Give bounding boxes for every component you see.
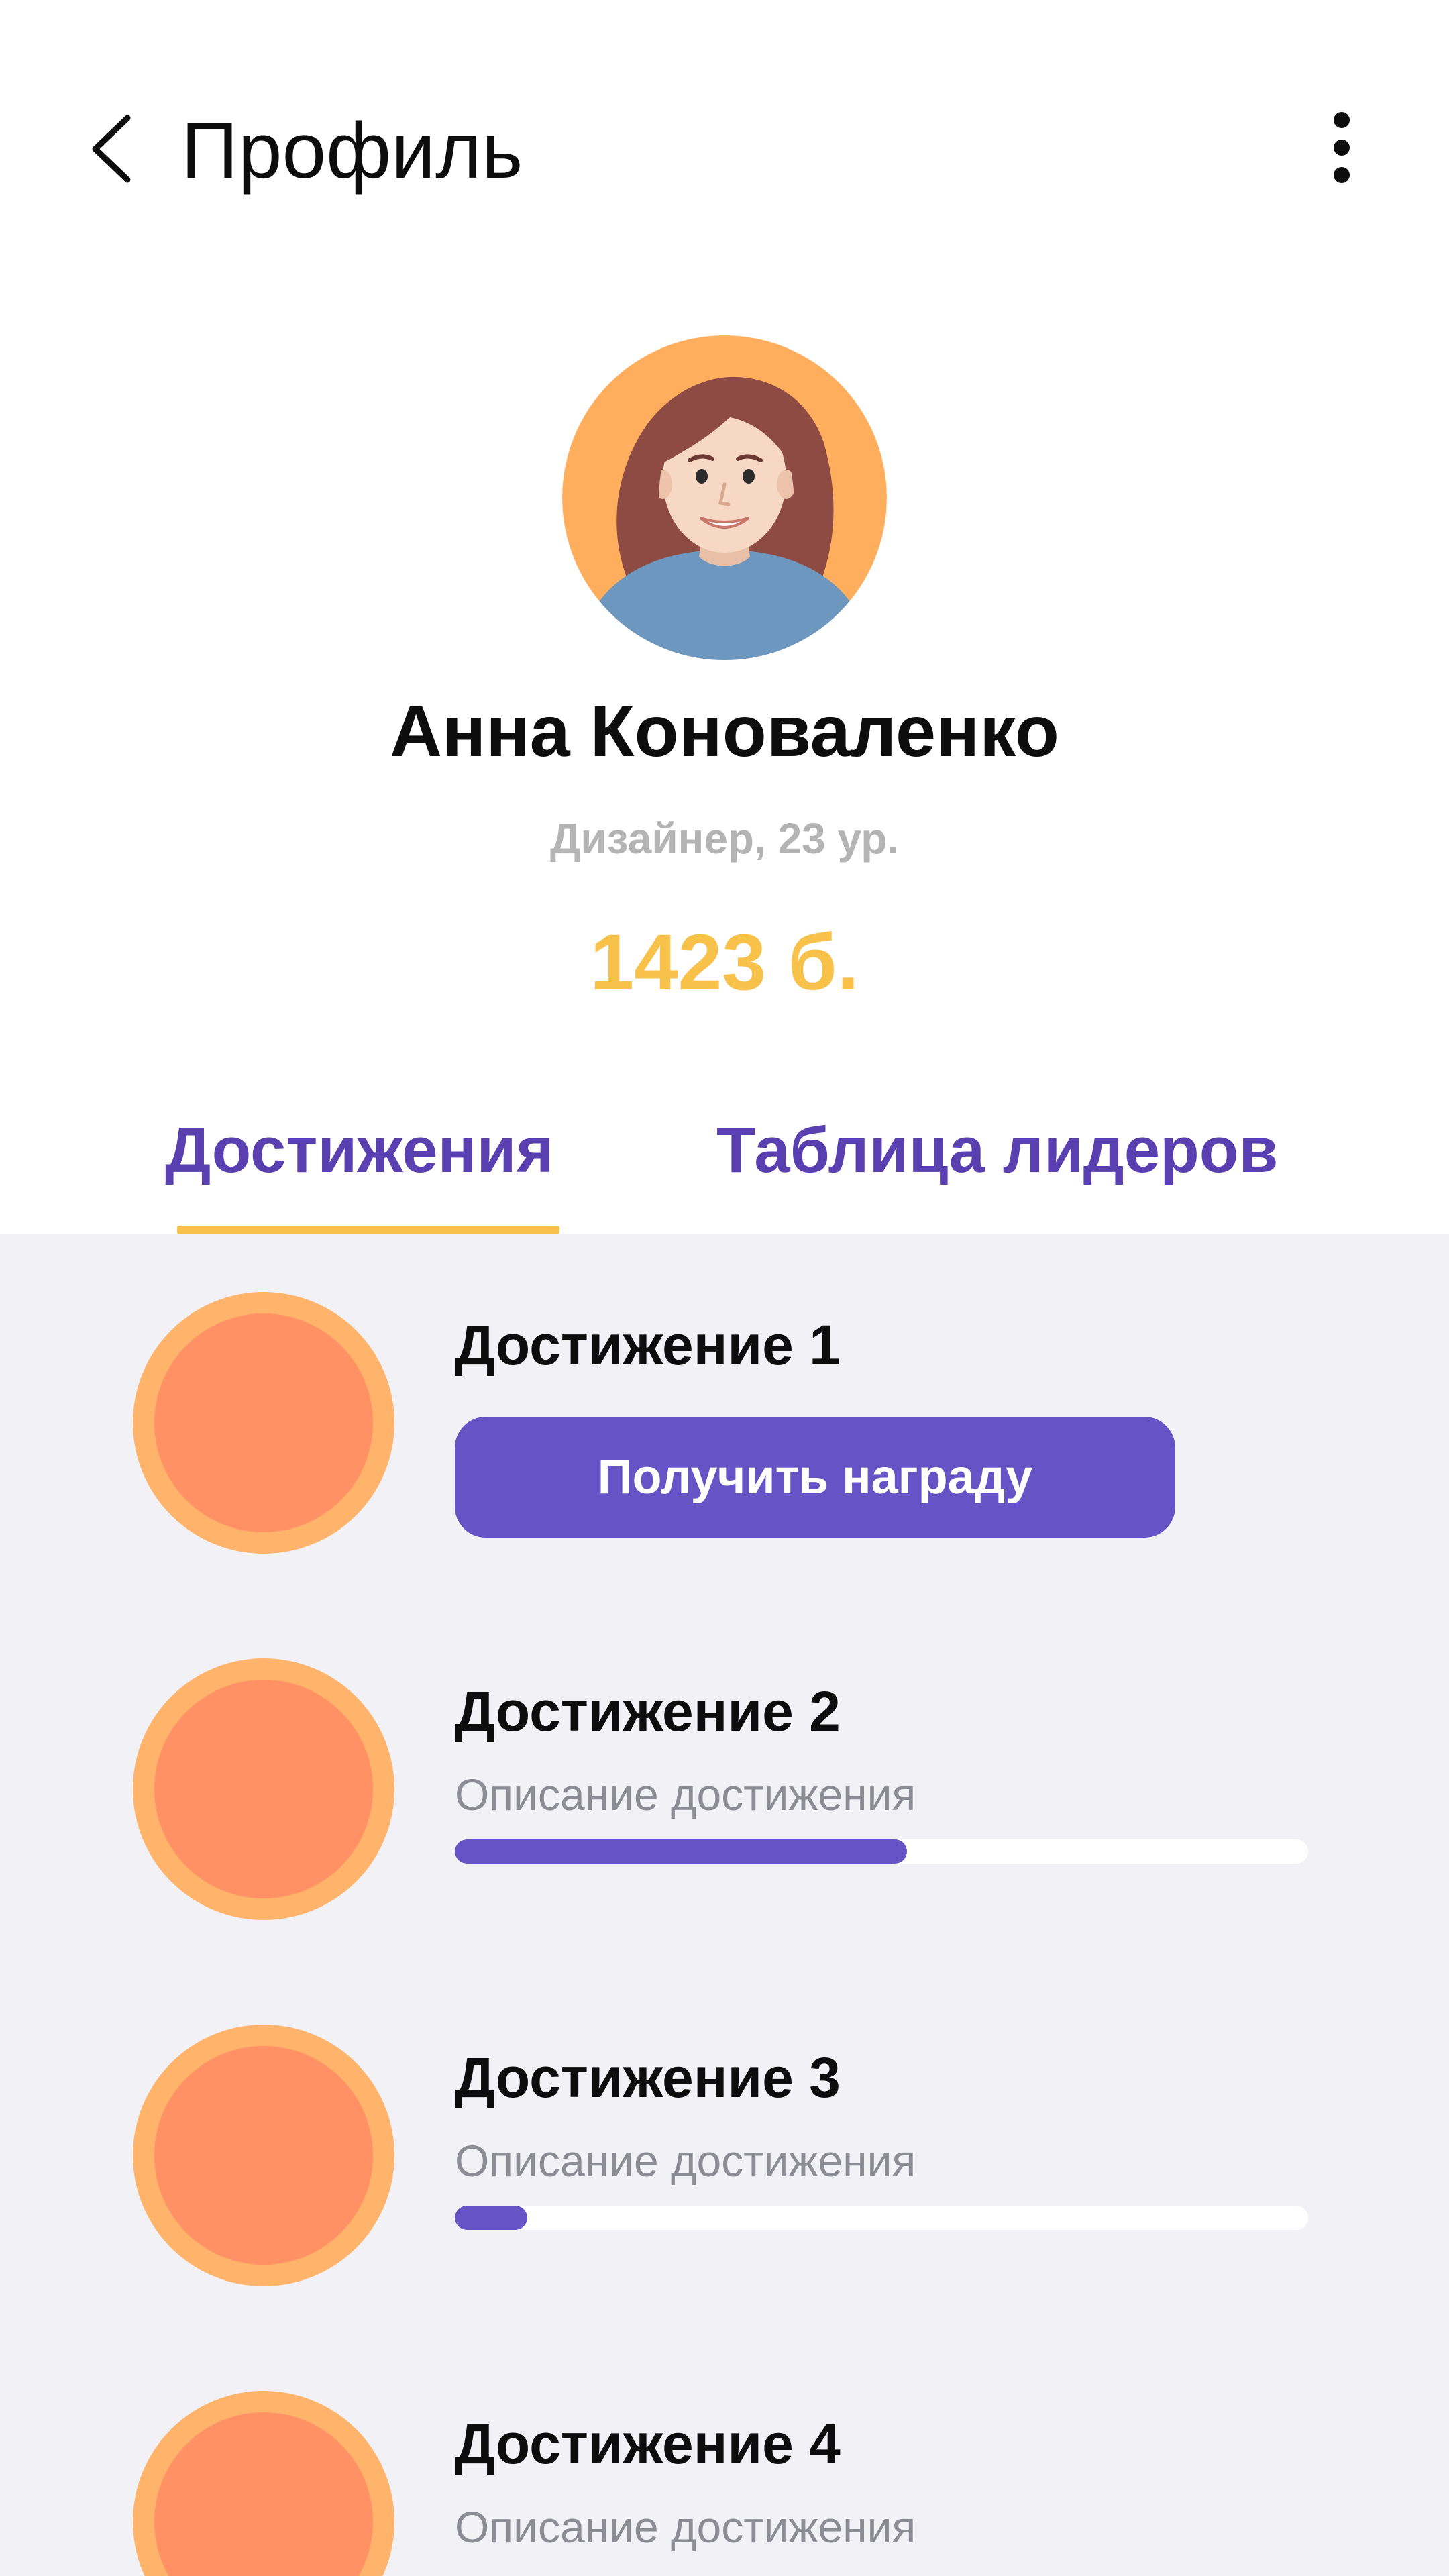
claim-reward-button[interactable]: Получить награду <box>455 1417 1175 1538</box>
achievement-title: Достижение 4 <box>455 2412 841 2475</box>
achievement-badge-inner <box>154 1313 373 1532</box>
achievement-progress-fill <box>455 1839 908 1864</box>
achievement-item: Достижение 2 Описание достижения <box>0 1601 1449 1967</box>
achievement-badge-icon <box>133 2025 394 2286</box>
achievement-description: Описание достижения <box>455 1770 916 1819</box>
achievement-badge-inner <box>154 1680 373 1898</box>
achievement-progress-bar <box>455 2206 1308 2230</box>
achievement-title: Достижение 3 <box>455 2046 841 2109</box>
user-role-level: Дизайнер, 23 ур. <box>549 814 900 863</box>
more-vertical-icon[interactable] <box>1315 111 1368 184</box>
active-tab-indicator <box>177 1226 559 1234</box>
achievement-description: Описание достижения <box>455 2502 916 2552</box>
achievements-list[interactable]: Достижение 1 Получить награду Достижение… <box>0 1234 1449 2576</box>
achievement-badge-inner <box>154 2412 373 2576</box>
achievement-title: Достижение 1 <box>455 1313 841 1377</box>
avatar <box>562 335 887 660</box>
chevron-left-icon[interactable] <box>86 114 140 184</box>
tab-achievements[interactable]: Достижения <box>165 1107 554 1194</box>
achievement-badge-icon <box>133 1658 394 1920</box>
achievement-description: Описание достижения <box>455 2136 916 2186</box>
achievement-item: Достижение 4 Описание достижения <box>0 2333 1449 2576</box>
achievement-badge-icon <box>133 1292 394 1554</box>
achievement-progress-bar <box>455 1839 1308 1864</box>
achievement-title: Достижение 2 <box>455 1680 841 1743</box>
top-app-bar: Профиль <box>0 0 1449 295</box>
achievement-item: Достижение 3 Описание достижения <box>0 1967 1449 2333</box>
page-title: Профиль <box>181 107 523 195</box>
achievement-progress-fill <box>455 2206 528 2230</box>
user-points: 1423 б. <box>590 918 859 1007</box>
achievement-item: Достижение 1 Получить награду <box>0 1234 1449 1601</box>
achievement-badge-icon <box>133 2391 394 2576</box>
user-name: Анна Коноваленко <box>390 690 1059 771</box>
achievement-badge-inner <box>154 2046 373 2265</box>
tab-leaderboard[interactable]: Таблица лидеров <box>716 1107 1278 1194</box>
